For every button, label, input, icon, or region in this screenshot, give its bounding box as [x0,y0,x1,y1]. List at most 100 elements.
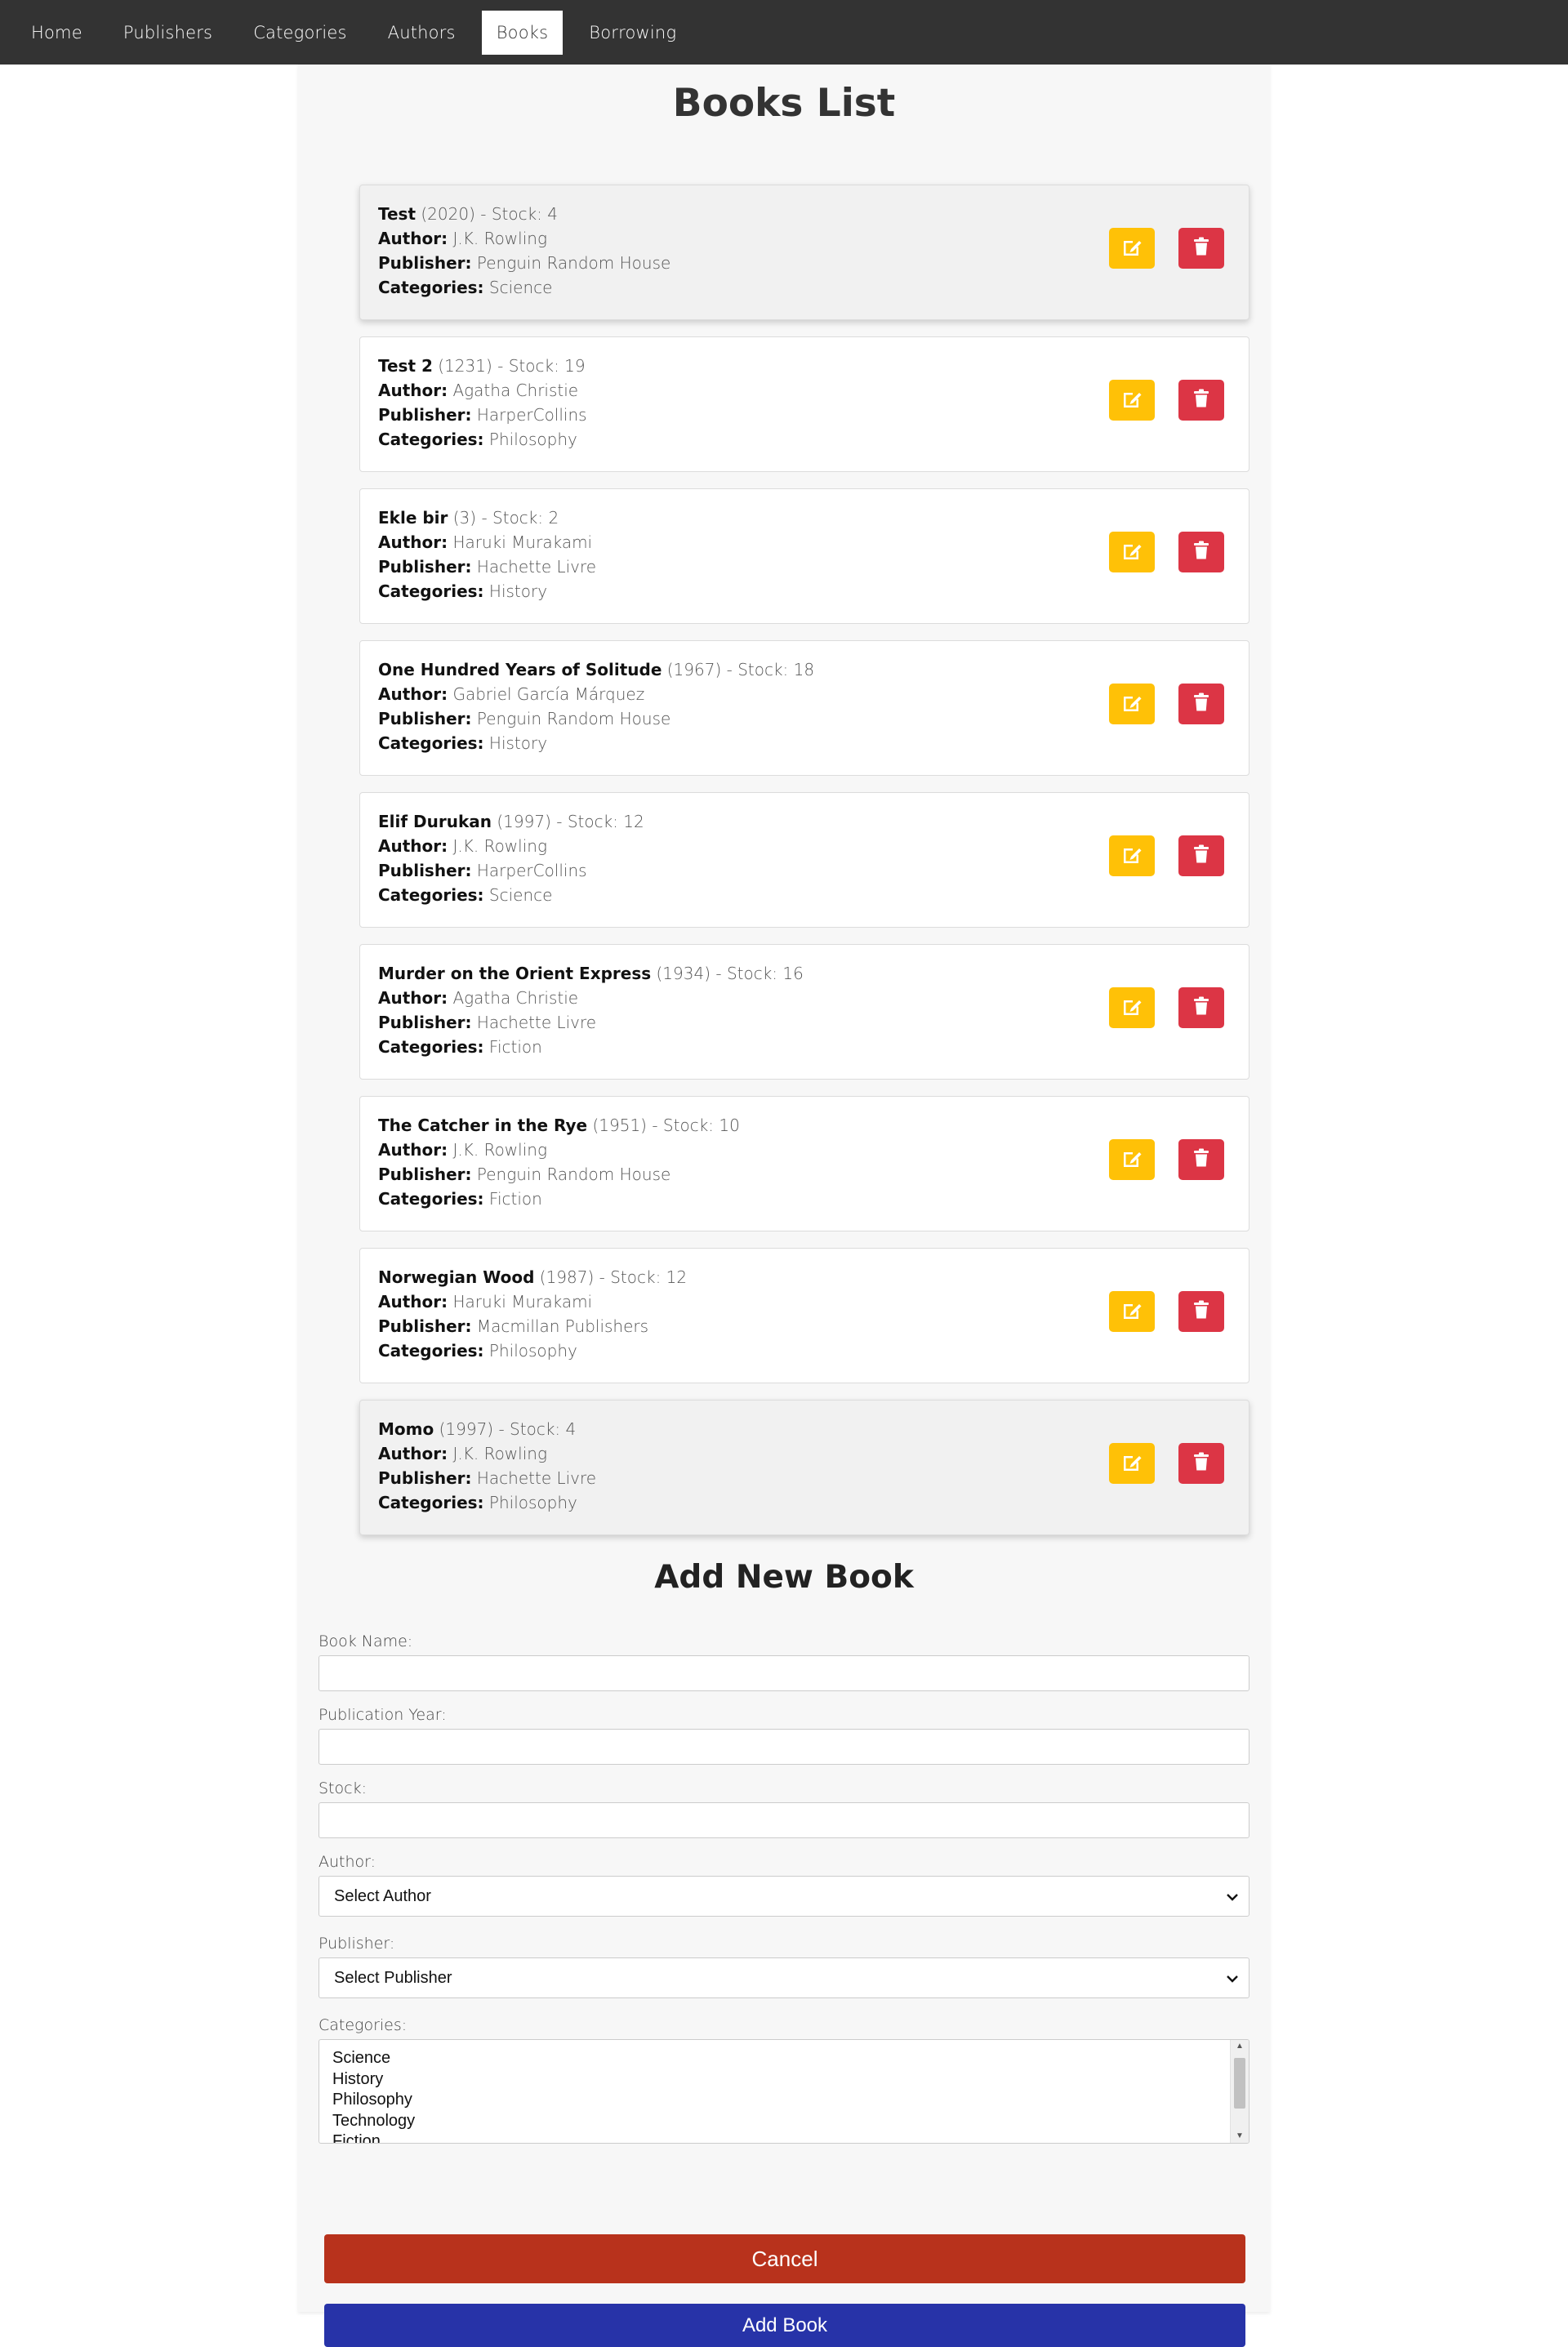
publisher-select[interactable]: Select Publisher [318,1957,1250,1998]
book-year: (1997) [439,1419,494,1439]
stock-input[interactable] [318,1802,1250,1838]
book-title: Ekle bir [378,508,448,528]
publisher-select-value: Select Publisher [334,1968,452,1987]
edit-book-button[interactable] [1109,1139,1155,1180]
book-stock: - Stock: 12 [599,1267,688,1287]
categories-label: Categories: [378,1189,484,1209]
book-categories-line: Categories: Science [378,883,1249,907]
book-stock: - Stock: 18 [726,660,815,679]
trash-icon [1193,237,1209,260]
delete-book-button[interactable] [1178,684,1224,724]
category-option[interactable]: Science [332,2048,415,2069]
delete-book-button[interactable] [1178,532,1224,572]
cancel-button[interactable]: Cancel [324,2234,1245,2283]
books-list: Test (2020) - Stock: 4 Author: J.K. Rowli… [359,185,1250,1552]
book-categories: History [488,733,548,753]
category-option[interactable]: Technology [332,2111,415,2132]
edit-book-button[interactable] [1109,1443,1155,1484]
delete-book-button[interactable] [1178,380,1224,421]
book-author: Haruki Murakami [452,532,593,552]
book-card: The Catcher in the Rye (1951) - Stock: 1… [359,1096,1250,1231]
delete-book-button[interactable] [1178,1139,1224,1180]
publisher-label: Publisher: [378,709,472,728]
book-categories: Philosophy [488,1341,577,1361]
author-label: Author: [378,988,448,1008]
author-select-value: Select Author [334,1886,431,1905]
edit-book-button[interactable] [1109,987,1155,1028]
delete-book-button[interactable] [1178,1443,1224,1484]
author-label: Author: [378,229,448,248]
book-year: (3) [452,508,477,528]
edit-book-button[interactable] [1109,684,1155,724]
delete-book-button[interactable] [1178,987,1224,1028]
categories-label: Categories: [378,581,484,601]
book-card: Momo (1997) - Stock: 4 Author: J.K. Rowli… [359,1400,1250,1535]
book-publisher: Hachette Livre [476,1013,597,1032]
book-categories-line: Categories: Fiction [378,1187,1249,1211]
categories-scrollbar[interactable]: ▲ ▼ [1230,2040,1249,2143]
book-author: J.K. Rowling [452,1444,547,1463]
categories-label: Categories: [378,1341,484,1361]
publisher-label: Publisher: [378,253,472,273]
category-option[interactable]: Philosophy [332,2090,415,2111]
delete-book-button[interactable] [1178,228,1224,269]
book-author: Haruki Murakami [452,1292,593,1312]
scroll-thumb[interactable] [1234,2058,1245,2109]
nav-item-authors[interactable]: Authors [373,11,470,55]
edit-book-button[interactable] [1109,532,1155,572]
book-categories-line: Categories: Philosophy [378,427,1249,452]
publisher-label: Publisher: [378,557,472,577]
book-year: (1951) [592,1116,647,1135]
book-card: Elif Durukan (1997) - Stock: 12 Author: J… [359,792,1250,928]
author-label: Author: [378,684,448,704]
book-categories-line: Categories: History [378,579,1249,603]
book-year: (1934) [656,964,711,983]
book-card: Test (2020) - Stock: 4 Author: J.K. Rowli… [359,185,1250,320]
author-select[interactable]: Select Author [318,1876,1250,1917]
add-book-button[interactable]: Add Book [324,2304,1245,2347]
book-card: Test 2 (1231) - Stock: 19 Author: Agatha … [359,336,1250,472]
edit-book-button[interactable] [1109,1291,1155,1332]
category-option[interactable]: Fiction [332,2131,415,2143]
book-publisher: Macmillan Publishers [476,1316,649,1336]
author-label: Author: [378,381,448,400]
scroll-up-icon[interactable]: ▲ [1231,2040,1249,2053]
scroll-down-icon[interactable]: ▼ [1231,2130,1249,2143]
author-label: Author: [378,532,448,552]
book-year: (1987) [539,1267,595,1287]
pencil-square-icon [1121,541,1143,563]
nav-item-categories[interactable]: Categories [238,11,361,55]
book-card: Murder on the Orient Express (1934) - St… [359,944,1250,1080]
pencil-square-icon [1121,1300,1143,1323]
book-publisher: HarperCollins [476,861,587,880]
book-name-input[interactable] [318,1655,1250,1691]
book-stock: - Stock: 12 [556,812,644,831]
category-option[interactable]: History [332,2069,415,2091]
delete-book-button[interactable] [1178,835,1224,876]
trash-icon [1193,1452,1209,1475]
nav-item-borrowing[interactable]: Borrowing [574,11,691,55]
delete-book-button[interactable] [1178,1291,1224,1332]
edit-book-button[interactable] [1109,228,1155,269]
book-title: The Catcher in the Rye [378,1116,588,1135]
book-title: Murder on the Orient Express [378,964,652,983]
book-author: Gabriel García Márquez [452,684,645,704]
main-container: Books List Test (2020) - Stock: 4 Author:… [298,65,1270,2347]
edit-book-button[interactable] [1109,380,1155,421]
publisher-label: Publisher: [318,1935,395,1953]
categories-multiselect[interactable]: Science History Philosophy Technology Fictio… [318,2039,1250,2144]
categories-label: Categories: [378,278,484,297]
publisher-label: Publisher: [378,1316,472,1336]
publisher-label: Publisher: [378,1468,472,1488]
book-categories-line: Categories: Fiction [378,1035,1249,1059]
book-title-line: Ekle bir (3) - Stock: 2 [378,505,1249,530]
pencil-square-icon [1121,1452,1143,1475]
trash-icon [1193,541,1209,563]
nav-item-publishers[interactable]: Publishers [109,11,227,55]
edit-book-button[interactable] [1109,835,1155,876]
nav-item-home[interactable]: Home [16,11,97,55]
nav-item-books[interactable]: Books [481,10,564,55]
publication-year-input[interactable] [318,1729,1250,1765]
trash-icon [1193,996,1209,1019]
book-categories: Fiction [488,1037,542,1057]
